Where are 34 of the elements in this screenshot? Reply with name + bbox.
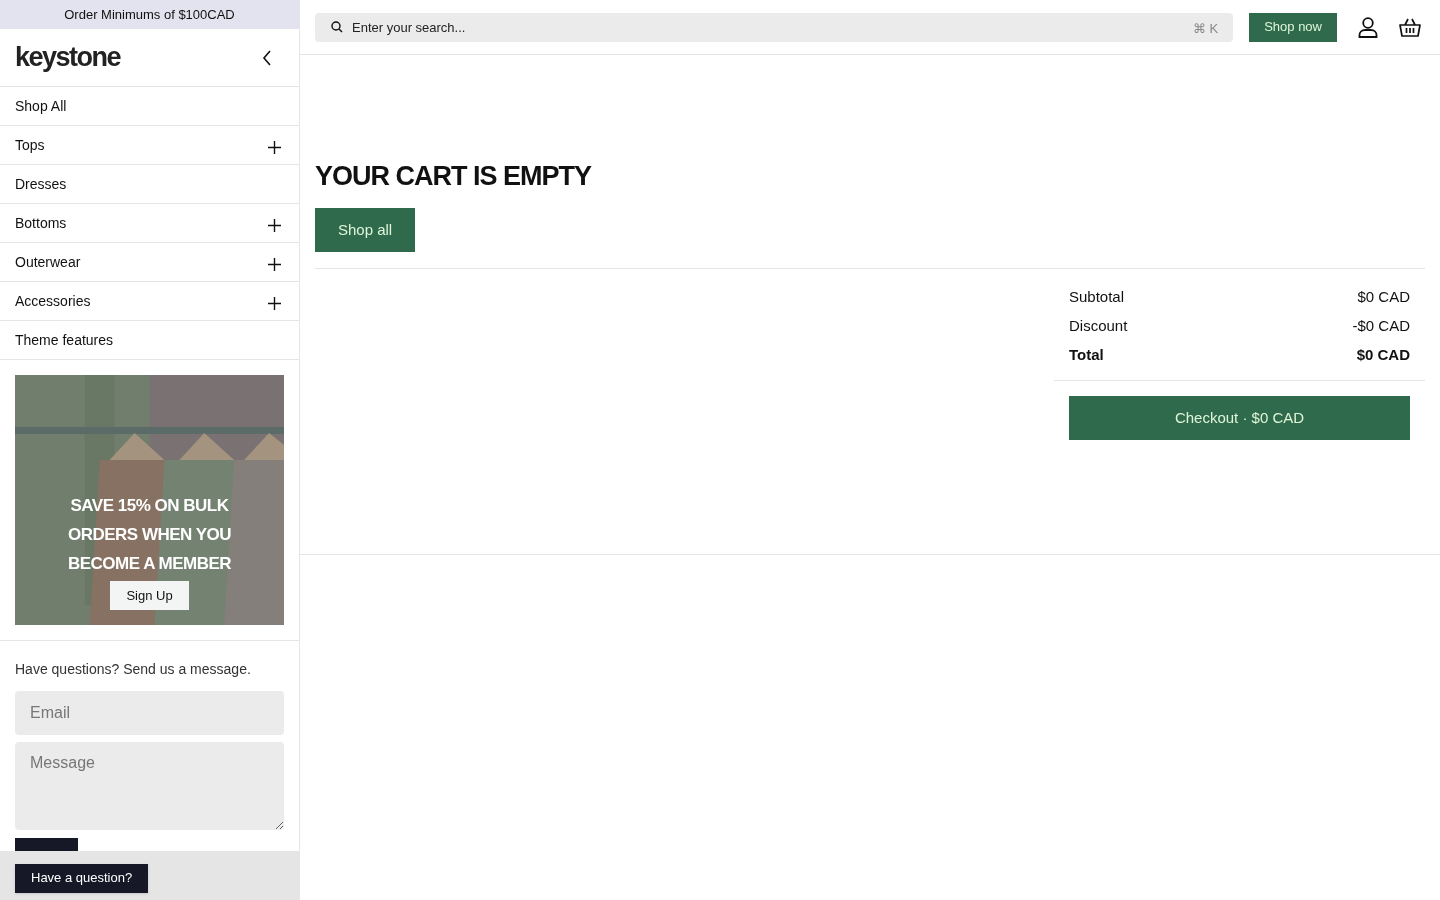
basket-icon[interactable] <box>1399 17 1421 37</box>
summary-value: -$0 CAD <box>1352 316 1410 336</box>
shop-all-button[interactable]: Shop all <box>315 208 416 252</box>
announcement-bar: Order Minimums of $100CAD <box>0 0 299 29</box>
nav-item[interactable]: Dresses <box>0 165 299 204</box>
nav-item[interactable]: Tops <box>0 126 299 165</box>
search-icon <box>331 20 343 33</box>
shop-now-button[interactable]: Shop now <box>1249 12 1337 42</box>
plus-icon <box>268 257 281 271</box>
logo[interactable]: keystone <box>15 37 121 78</box>
cart-title: YOUR CART IS EMPTY <box>315 160 593 193</box>
plus-icon <box>268 218 281 232</box>
chat-button[interactable]: Have a question? <box>15 863 149 893</box>
nav-item[interactable]: Accessories <box>0 282 299 321</box>
checkout-button[interactable]: Checkout · $0 CAD <box>1069 396 1410 440</box>
summary-label: Total <box>1069 345 1104 365</box>
plus-icon <box>268 140 281 154</box>
nav-item[interactable]: Theme features <box>0 321 299 360</box>
plus-icon <box>268 296 281 310</box>
email-field[interactable]: Email <box>15 691 284 735</box>
nav-item[interactable]: Outerwear <box>0 243 299 282</box>
sign-up-button[interactable]: Sign Up <box>110 581 189 610</box>
summary-value: $0 CAD <box>1356 345 1410 365</box>
promo-heading: SAVE 15% ON BULK ORDERS WHEN YOU BECOME A MEMBER <box>66 495 233 575</box>
message-field[interactable]: Message <box>15 742 284 830</box>
shortcut-hint: ⌘ K <box>1192 19 1219 38</box>
nav-item[interactable]: Shop All <box>0 87 299 126</box>
user-icon[interactable] <box>1358 16 1378 38</box>
summary-value: $0 CAD <box>1357 287 1410 307</box>
nav-item[interactable]: Bottoms <box>0 204 299 243</box>
contact-prompt: Have questions? Send us a message. <box>15 660 252 679</box>
chevron-left-icon[interactable] <box>262 49 272 66</box>
summary-label: Discount <box>1069 316 1128 336</box>
summary-label: Subtotal <box>1069 287 1125 307</box>
